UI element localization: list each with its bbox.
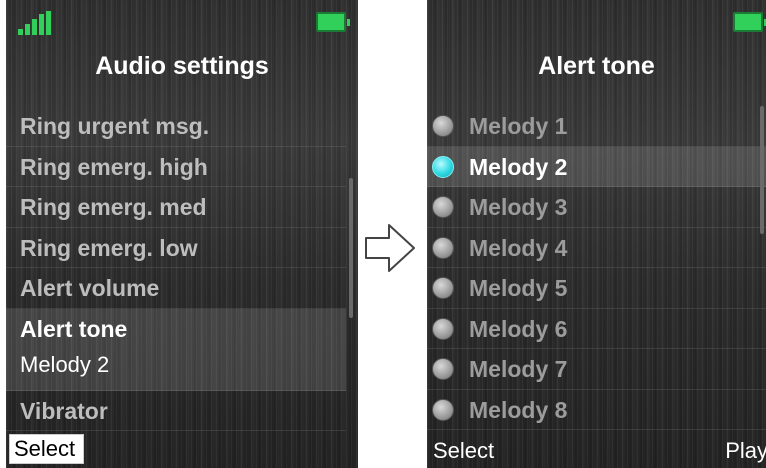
menu-item-label: Ring emerg. med bbox=[20, 194, 207, 220]
audio-settings-screen: Audio settings Ring urgent msg. Ring eme… bbox=[6, 0, 358, 468]
signal-strength-icon bbox=[18, 11, 51, 35]
melody-label: Melody 1 bbox=[469, 113, 568, 139]
menu-item-value: Melody 2 bbox=[20, 351, 110, 377]
radio-button-icon bbox=[432, 196, 454, 218]
arrow-right-icon bbox=[365, 224, 415, 272]
melody-label: Melody 7 bbox=[469, 356, 568, 382]
menu-item-label: Ring emerg. high bbox=[20, 153, 208, 180]
melody-option[interactable]: Melody 7 bbox=[427, 349, 766, 390]
menu-item-label: Ring urgent msg. bbox=[20, 113, 210, 139]
settings-menu: Ring urgent msg. Ring emerg. high Ring e… bbox=[6, 106, 346, 431]
radio-button-icon bbox=[432, 358, 454, 380]
softkey-select[interactable]: Select bbox=[433, 438, 494, 464]
softkey-play[interactable]: Play bbox=[725, 438, 766, 464]
melody-label: Melody 2 bbox=[469, 153, 568, 180]
menu-item-alert-volume[interactable]: Alert volume bbox=[6, 268, 346, 309]
melody-label: Melody 5 bbox=[469, 275, 568, 301]
page-title: Alert tone bbox=[538, 52, 655, 80]
radio-button-icon bbox=[432, 277, 454, 299]
menu-item-alert-tone[interactable]: Alert tone Melody 2 bbox=[6, 308, 346, 391]
menu-item-label: Vibrator bbox=[20, 397, 108, 424]
melody-option[interactable]: Melody 6 bbox=[427, 309, 766, 349]
menu-item-label: Ring emerg. low bbox=[20, 234, 198, 261]
softkey-select[interactable]: Select bbox=[9, 434, 85, 464]
melody-option[interactable]: Melody 4 bbox=[427, 228, 766, 268]
radio-button-icon bbox=[432, 236, 454, 259]
page-title: Audio settings bbox=[95, 52, 269, 80]
melody-option[interactable]: Melody 3 bbox=[427, 187, 766, 228]
battery-icon bbox=[316, 12, 350, 32]
melody-list: Melody 1 Melody 2 Melody 3 Melody 4 Melo… bbox=[427, 106, 766, 430]
menu-item-ring-emerg-med[interactable]: Ring emerg. med bbox=[6, 187, 346, 228]
scrollbar[interactable] bbox=[760, 106, 764, 234]
melody-label: Melody 8 bbox=[469, 396, 568, 423]
melody-label: Melody 3 bbox=[469, 194, 568, 220]
radio-button-icon bbox=[432, 317, 454, 340]
menu-item-label: Alert volume bbox=[20, 275, 160, 301]
alert-tone-screen: Alert tone Melody 1 Melody 2 Melody 3 Me… bbox=[427, 0, 766, 468]
menu-item-label: Alert tone bbox=[20, 315, 128, 342]
radio-button-icon bbox=[432, 115, 454, 137]
melody-option[interactable]: Melody 2 bbox=[427, 146, 766, 187]
melody-option[interactable]: Melody 1 bbox=[427, 106, 766, 147]
scrollbar[interactable] bbox=[349, 178, 353, 318]
battery-icon bbox=[733, 12, 766, 32]
menu-item-ring-emerg-high[interactable]: Ring emerg. high bbox=[6, 147, 346, 187]
melody-option[interactable]: Melody 8 bbox=[427, 390, 766, 430]
radio-button-selected-icon bbox=[432, 155, 454, 178]
menu-item-vibrator[interactable]: Vibrator bbox=[6, 391, 346, 431]
melody-label: Melody 4 bbox=[469, 234, 568, 261]
menu-item-ring-emerg-low[interactable]: Ring emerg. low bbox=[6, 228, 346, 268]
radio-button-icon bbox=[432, 398, 454, 421]
menu-item-ring-urgent[interactable]: Ring urgent msg. bbox=[6, 106, 346, 147]
melody-option[interactable]: Melody 5 bbox=[427, 268, 766, 309]
melody-label: Melody 6 bbox=[469, 315, 568, 342]
